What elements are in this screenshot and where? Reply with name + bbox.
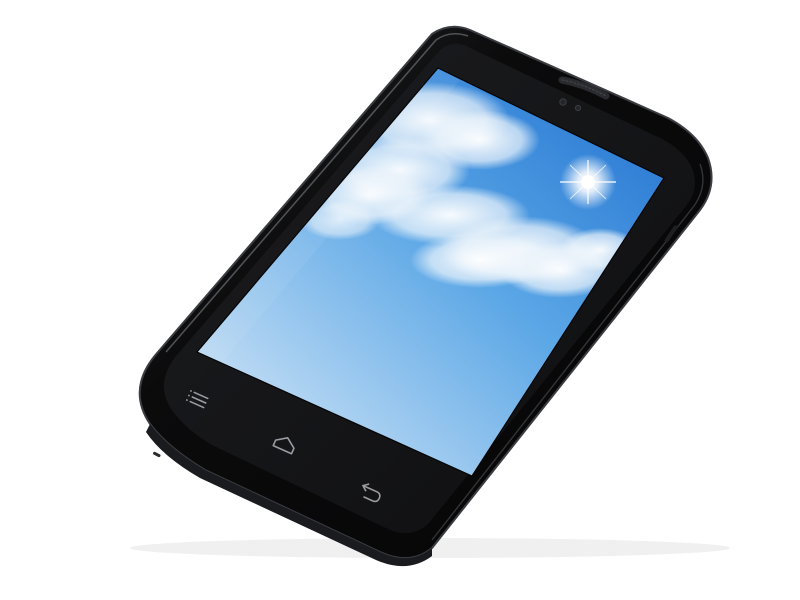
front-camera bbox=[559, 98, 567, 106]
wallpaper-sun bbox=[560, 154, 616, 210]
proximity-sensor bbox=[574, 104, 582, 112]
phone-illustration bbox=[130, 25, 730, 567]
side-port bbox=[153, 451, 161, 458]
photo-stage bbox=[0, 0, 800, 600]
